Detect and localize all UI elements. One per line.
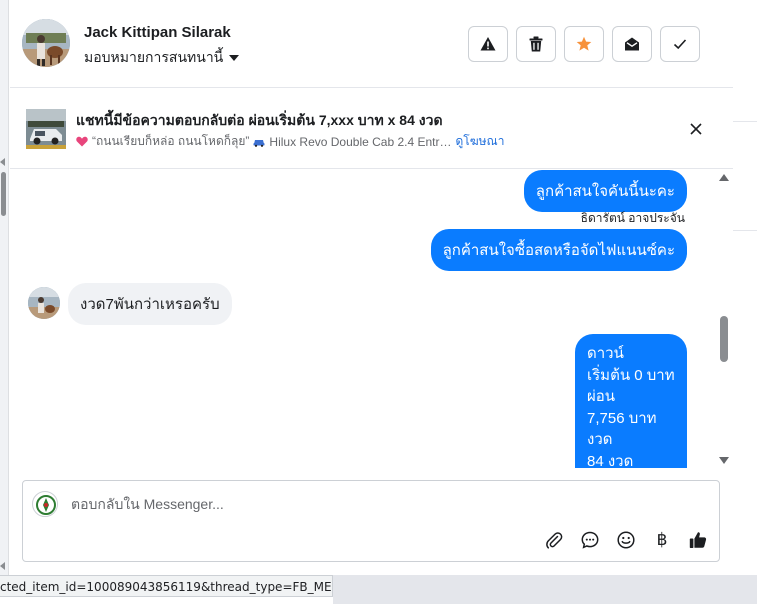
heart-icon [76, 136, 88, 147]
right-divider [733, 230, 757, 231]
like-button[interactable] [686, 528, 710, 552]
message-line: เริ่มต้น 0 บาท [587, 366, 675, 384]
delete-button[interactable] [516, 26, 556, 62]
view-ad-link[interactable]: ดูโฆษณา [456, 132, 505, 151]
window-bottom-edge [333, 575, 757, 604]
conversation-header: Jack Kittipan Silarak มอบหมายการสนทนานี้ [10, 0, 733, 88]
page-avatar [32, 491, 58, 517]
ad-subtitle: “ถนนเรียบก็หล่อ ถนนโหดก็ลุย” Hilux Revo … [76, 132, 504, 151]
inbox-page: Jack Kittipan Silarak มอบหมายการสนทนานี้ [0, 0, 757, 604]
message-line: งวด [587, 431, 613, 448]
assign-label: มอบหมายการสนทนานี้ [84, 49, 224, 65]
payment-button[interactable]: ฿ [650, 528, 674, 552]
assign-conversation-dropdown[interactable]: มอบหมายการสนทนานี้ [84, 47, 240, 69]
right-divider [733, 121, 757, 122]
thumbs-up-icon [689, 532, 707, 548]
close-icon [690, 123, 702, 135]
header-actions [468, 26, 700, 62]
ad-quote: “ถนนเรียบก็หล่อ ถนนโหดก็ลุย” [92, 134, 250, 148]
message-line: ดาวน์ [587, 345, 624, 362]
reply-input[interactable] [71, 493, 671, 515]
left-scrollbar-thumb[interactable] [1, 172, 6, 216]
composer-toolbar: ฿ [542, 528, 710, 552]
thread-scrollbar-thumb[interactable] [720, 316, 728, 362]
sender-name: ธิดารัตน์ อาจประจัน [580, 211, 685, 225]
attach-icon [546, 532, 563, 549]
outgoing-message[interactable]: ลูกค้าสนใจคันนี้นะคะ [523, 170, 687, 212]
envelope-open-icon [625, 37, 639, 51]
attach-button[interactable] [542, 528, 566, 552]
contact-avatar-small[interactable] [28, 287, 60, 319]
warning-icon [480, 37, 496, 51]
baht-icon: ฿ [656, 530, 668, 550]
close-ad-banner-button[interactable] [686, 119, 706, 139]
left-panel-edge [0, 0, 9, 575]
link-status-bar: cted_item_id=100089043856119&thread_type… [0, 575, 333, 597]
ad-title: แชทนี้มีข้อความตอบกลับต่อ ผ่อนเริ่มต้น 7… [76, 112, 443, 128]
emoji-icon [617, 531, 635, 549]
reply-composer: ฿ [22, 480, 720, 562]
mark-unread-button[interactable] [612, 26, 652, 62]
right-panel-edge [733, 0, 757, 575]
ad-name: Hilux Revo Double Cab 2.4 Entr… [269, 134, 452, 149]
thread-scroll-up-arrow[interactable] [719, 174, 729, 181]
message-line: ผ่อน [587, 388, 616, 405]
chevron-down-icon [229, 55, 240, 61]
thread-scroll-down-arrow[interactable] [719, 457, 729, 464]
contact-avatar[interactable] [22, 19, 70, 67]
check-icon [673, 39, 687, 50]
mark-done-button[interactable] [660, 26, 700, 62]
outgoing-message-multiline[interactable]: ดาวน์ เริ่มต้น 0 บาท ผ่อน 7,756 บาท งวด … [575, 334, 687, 468]
car-icon [253, 139, 265, 147]
report-button[interactable] [468, 26, 508, 62]
quick-reply-button[interactable] [578, 528, 602, 552]
outgoing-message[interactable]: ลูกค้าสนใจซื้อสดหรือจัดไฟแนนซ์คะ [430, 229, 687, 271]
message-line: 84 งวด [587, 452, 634, 469]
star-icon [576, 36, 592, 51]
message-thread[interactable]: ลูกค้าสนใจคันนี้นะคะ ธิดารัตน์ อาจประจัน… [10, 170, 733, 468]
incoming-message[interactable]: งวด7พันกว่าเหรอครับ [68, 283, 232, 325]
ad-thumbnail[interactable] [26, 109, 66, 149]
star-button[interactable] [564, 26, 604, 62]
quick-reply-icon [581, 531, 599, 549]
contact-name[interactable]: Jack Kittipan Silarak [84, 24, 231, 41]
trash-icon [529, 36, 543, 52]
message-line: 7,756 บาท [587, 409, 657, 427]
ad-context-banner: แชทนี้มีข้อความตอบกลับต่อ ผ่อนเริ่มต้น 7… [10, 89, 733, 169]
left-scroll-up-arrow[interactable] [0, 158, 5, 166]
emoji-button[interactable] [614, 528, 638, 552]
left-scroll-down-arrow[interactable] [0, 562, 5, 570]
